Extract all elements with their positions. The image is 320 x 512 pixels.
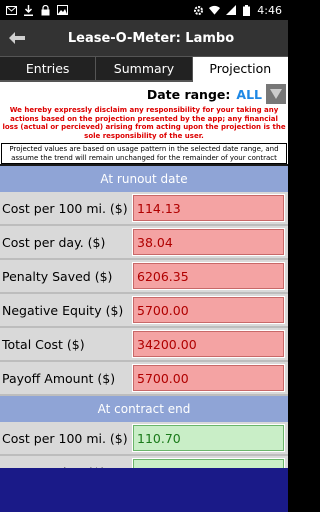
status-left-icons (6, 4, 68, 16)
row-runout-penalty-saved: Penalty Saved ($) 6206.35 (0, 260, 288, 294)
mail-icon (6, 5, 17, 16)
signal-icon (225, 5, 236, 16)
date-range-value[interactable]: ALL (236, 87, 262, 102)
tab-bar: Entries Summary Projection (0, 56, 288, 82)
row-runout-cost-per-100mi: Cost per 100 mi. ($) 114.13 (0, 192, 288, 226)
row-runout-total-cost: Total Cost ($) 34200.00 (0, 328, 288, 362)
app-root: 4:46 Lease-O-Meter: Lambo Entries Summar… (0, 0, 288, 512)
row-label: Penalty Saved ($) (2, 268, 113, 284)
projection-content: Date range: ALL We hereby expressly disc… (0, 82, 288, 164)
download-icon (23, 4, 34, 16)
row-value: 5700.00 (132, 364, 285, 392)
row-runout-negative-equity: Negative Equity ($) 5700.00 (0, 294, 288, 328)
date-range-label: Date range: (146, 86, 231, 102)
row-label: Cost per 100 mi. ($) (2, 200, 128, 216)
tab-summary[interactable]: Summary (96, 57, 193, 82)
tab-projection[interactable]: Projection (192, 57, 288, 82)
row-value: 6206.35 (132, 262, 285, 290)
navigation-bar (0, 468, 288, 512)
row-label: Negative Equity ($) (2, 302, 124, 318)
row-runout-payoff-amount: Payoff Amount ($) 5700.00 (0, 362, 288, 396)
disclaimer-text: We hereby expressly disclaim any respons… (0, 106, 288, 142)
status-right-icons: 4:46 (193, 4, 282, 17)
row-value: 114.13 (132, 194, 285, 222)
section-header-contract-end: At contract end (0, 396, 288, 422)
row-value: 34200.00 (132, 330, 285, 358)
row-value: 5700.00 (132, 296, 285, 324)
settings-icon (193, 5, 204, 16)
date-range-row: Date range: ALL (0, 82, 288, 106)
row-label: Cost per 100 mi. ($) (2, 430, 128, 446)
runout-rows: Cost per 100 mi. ($) 114.13 Cost per day… (0, 192, 288, 396)
dropdown-triangle-icon[interactable] (266, 84, 286, 104)
status-time: 4:46 (257, 3, 282, 17)
row-value: 38.04 (132, 228, 285, 256)
row-value: 110.70 (132, 424, 285, 452)
projection-note: Projected values are based on usage patt… (1, 143, 287, 164)
section-header-runout: At runout date (0, 166, 288, 192)
row-runout-cost-per-day: Cost per day. ($) 38.04 (0, 226, 288, 260)
back-arrow-icon[interactable] (0, 20, 34, 56)
row-contract-cost-per-100mi: Cost per 100 mi. ($) 110.70 (0, 422, 288, 456)
image-icon (57, 5, 68, 16)
row-label: Cost per day. ($) (2, 234, 106, 250)
row-label: Total Cost ($) (2, 336, 85, 352)
wifi-icon (209, 5, 221, 16)
battery-icon (241, 4, 252, 16)
action-bar: Lease-O-Meter: Lambo (0, 20, 288, 56)
status-bar: 4:46 (0, 0, 288, 20)
lock-icon (40, 4, 51, 16)
tab-entries[interactable]: Entries (0, 57, 97, 82)
page-title: Lease-O-Meter: Lambo (67, 30, 235, 46)
row-label: Payoff Amount ($) (2, 370, 116, 386)
